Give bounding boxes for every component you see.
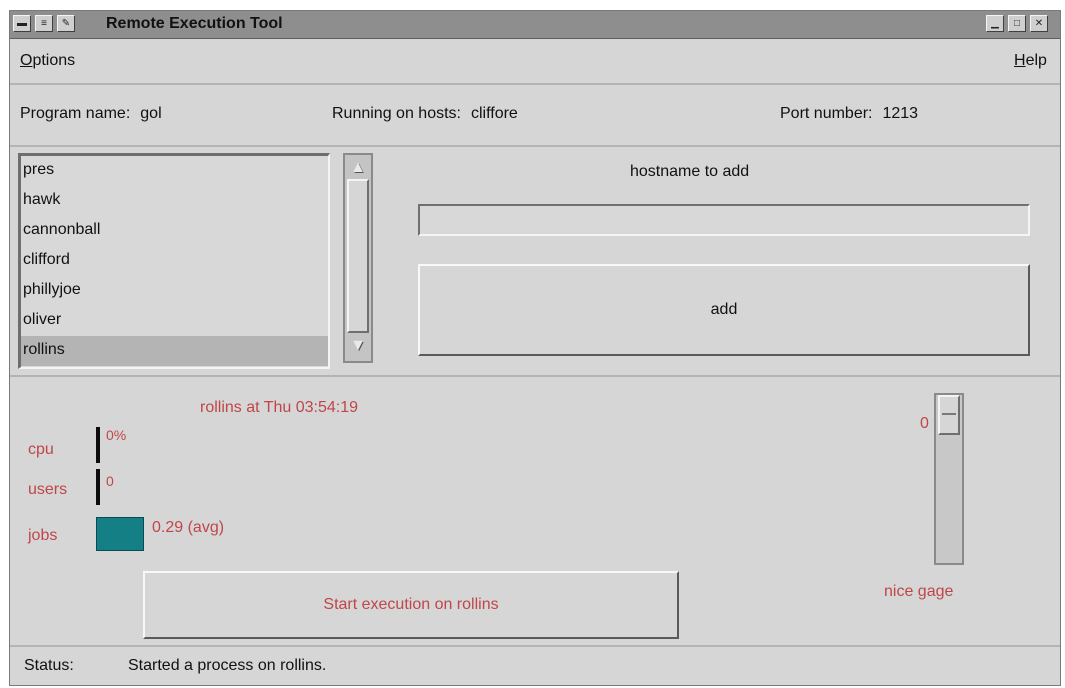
host-list-item[interactable]: hawk <box>21 186 328 216</box>
program-name-label: Program name: <box>20 105 131 122</box>
jobs-value: 0.29 (avg) <box>152 519 225 536</box>
scroll-up-arrow-icon[interactable]: ▲ <box>347 157 369 179</box>
port-number-label: Port number: <box>780 105 873 122</box>
title-bar[interactable]: ▬ ≡ ✎ Remote Execution Tool ▁ □ ✕ <box>10 11 1060 39</box>
remote-execution-window: ▬ ≡ ✎ Remote Execution Tool ▁ □ ✕ Option… <box>9 10 1061 686</box>
host-list-item[interactable]: oliver <box>21 306 328 336</box>
host-list-item[interactable]: cannonball <box>21 216 328 246</box>
status-label: Status: <box>24 657 74 674</box>
nice-gauge-value: 0 <box>920 415 929 432</box>
window-menu-icon[interactable]: ▬ <box>13 15 31 32</box>
cpu-meter-bar <box>96 427 100 463</box>
menu-options-mnemonic: O <box>20 52 33 69</box>
close-icon[interactable]: ✕ <box>1030 15 1048 32</box>
host-status-text: rollins at Thu 03:54:19 <box>200 399 359 416</box>
status-bar: Status: Started a process on rollins. <box>10 645 1060 687</box>
start-execution-button[interactable]: Start execution on rollins <box>143 571 679 639</box>
host-list-item[interactable]: phillyjoe <box>21 276 328 306</box>
port-number-value: 1213 <box>882 105 919 122</box>
users-label: users <box>28 481 68 498</box>
hostname-input[interactable] <box>418 204 1030 236</box>
window-title: Remote Execution Tool <box>106 15 283 32</box>
users-meter-bar <box>96 469 100 505</box>
jobs-meter-bar <box>96 517 144 551</box>
maximize-icon[interactable]: □ <box>1008 15 1026 32</box>
host-listbox[interactable]: pres hawk cannonball clifford phillyjoe olive… <box>18 153 330 369</box>
scroll-down-arrow-icon[interactable]: ▼ <box>347 335 369 357</box>
window-list-icon[interactable]: ≡ <box>35 15 53 32</box>
host-list-item[interactable]: rollins <box>21 336 328 366</box>
users-value: 0 <box>106 473 114 489</box>
host-list-item[interactable]: clifford <box>21 246 328 276</box>
host-list-item[interactable]: pres <box>21 156 328 186</box>
minimize-icon[interactable]: ▁ <box>986 15 1004 32</box>
hostname-to-add-label: hostname to add <box>630 163 750 180</box>
running-hosts-label: Running on hosts: <box>332 105 461 122</box>
status-text: Started a process on rollins. <box>128 657 327 674</box>
host-list-scrollbar[interactable]: ▲ ▼ <box>343 153 373 363</box>
program-name-info: Program name: gol <box>20 105 162 123</box>
nice-gauge-label: nice gage <box>884 583 954 600</box>
menu-options-label: ptions <box>32 52 76 69</box>
nice-gauge-thumb[interactable] <box>938 395 960 435</box>
program-name-value: gol <box>140 105 162 122</box>
scroll-thumb[interactable] <box>347 179 369 333</box>
running-hosts-value: cliffore <box>470 105 518 122</box>
menu-help[interactable]: Help <box>1014 52 1047 70</box>
cpu-label: cpu <box>28 441 54 458</box>
cpu-value: 0% <box>106 427 127 443</box>
jobs-label: jobs <box>28 527 58 544</box>
menu-help-label: elp <box>1025 52 1047 69</box>
menu-help-mnemonic: H <box>1014 52 1026 69</box>
port-number-info: Port number: 1213 <box>780 105 918 123</box>
menu-options[interactable]: Options <box>20 52 75 70</box>
menu-bar: Options Help <box>10 39 1060 85</box>
running-hosts-info: Running on hosts: cliffore <box>332 105 518 123</box>
edit-icon[interactable]: ✎ <box>57 15 75 32</box>
host-monitor-panel: rollins at Thu 03:54:19 cpu 0% users 0 j… <box>10 375 1060 647</box>
info-bar: Program name: gol Running on hosts: cliffo… <box>10 85 1060 147</box>
add-button[interactable]: add <box>418 264 1030 356</box>
nice-gauge-slider[interactable] <box>934 393 964 565</box>
